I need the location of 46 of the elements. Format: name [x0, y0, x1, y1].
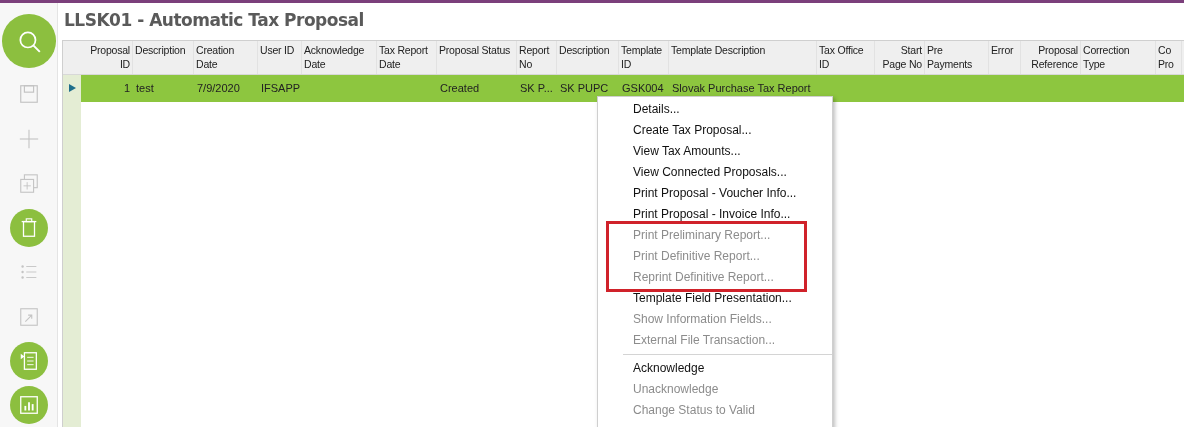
current-row-icon: [68, 84, 76, 92]
export-icon: [17, 305, 40, 328]
table-cell-text: IFSAPP: [260, 80, 302, 96]
column-header[interactable]: Tax Report Date: [377, 40, 437, 74]
table-cell-text: 1: [122, 80, 131, 96]
table-cell-text: Created: [439, 80, 481, 96]
table-cell-text: test: [135, 80, 155, 96]
search-button[interactable]: [1, 14, 56, 68]
column-header[interactable]: Acknowledge Date: [302, 40, 377, 74]
delete-button[interactable]: [9, 209, 48, 247]
menu-item[interactable]: Template Field Presentation...: [598, 288, 832, 309]
menu-item[interactable]: Details...: [598, 99, 832, 120]
table-cell-text: 7/9/2020: [196, 80, 241, 96]
column-header[interactable]: Report No: [517, 40, 557, 74]
menu-item[interactable]: Create Tax Proposal...: [598, 120, 832, 141]
copy-icon: [17, 172, 40, 195]
menu-item[interactable]: Print Proposal - Invoice Info...: [598, 204, 832, 225]
save-icon: [17, 83, 40, 106]
column-header[interactable]: Proposal Reference: [1021, 40, 1081, 74]
column-header[interactable]: User ID: [258, 40, 302, 74]
column-header[interactable]: Proposal ID: [81, 40, 133, 74]
table-cell-text: Slovak Purchase Tax Report: [671, 80, 812, 96]
column-header[interactable]: Description: [557, 40, 619, 74]
table-cell-text: GSK004: [621, 80, 665, 96]
column-header[interactable]: Description: [133, 40, 194, 74]
column-header[interactable]: Co Pro: [1156, 40, 1182, 74]
column-header[interactable]: Start Page No: [875, 40, 925, 74]
document-list-button[interactable]: [9, 342, 48, 381]
chart-icon: [17, 394, 40, 417]
column-header[interactable]: Creation Date: [194, 40, 258, 74]
column-header[interactable]: Correction Type: [1081, 40, 1156, 74]
column-header[interactable]: Template ID: [619, 40, 669, 74]
column-header[interactable]: Tax Office ID: [817, 40, 875, 74]
chart-button[interactable]: [9, 386, 48, 424]
menu-item[interactable]: Acknowledge: [598, 358, 832, 379]
column-header[interactable]: Pre Payments: [925, 40, 989, 74]
column-header[interactable]: Template Description: [669, 40, 817, 74]
page-title: LLSK01 - Automatic Tax Proposal: [64, 9, 365, 32]
menu-item[interactable]: View Tax Amounts...: [598, 141, 832, 162]
table-cell-text: SK P...: [519, 80, 554, 96]
column-header[interactable]: Proposal Status: [437, 40, 517, 74]
menu-item[interactable]: Print Proposal - Voucher Info...: [598, 183, 832, 204]
table-cell-text: SK PUPC: [559, 80, 610, 96]
menu-item[interactable]: View Connected Proposals...: [598, 162, 832, 183]
column-header[interactable]: Error: [989, 40, 1021, 74]
plus-icon: [17, 127, 40, 150]
